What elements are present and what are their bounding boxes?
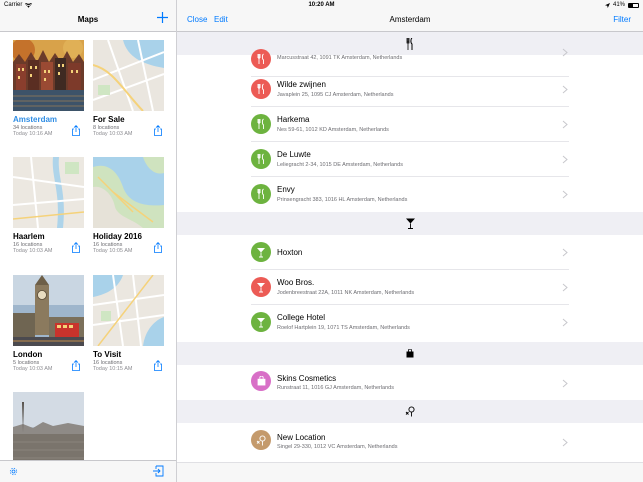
chevron-right-icon bbox=[562, 190, 568, 199]
location-arrow-icon bbox=[604, 2, 610, 8]
location-name: Hoxton bbox=[277, 248, 303, 257]
chevron-right-icon bbox=[562, 85, 568, 94]
map-card-to-visit[interactable]: To Visit 16 locations Today 10:15 AM bbox=[93, 275, 165, 372]
share-icon[interactable] bbox=[71, 125, 81, 136]
location-row[interactable]: Harkema Nes 59-61, 1012 KD Amsterdam, Ne… bbox=[177, 107, 643, 142]
location-address: Roelof Hartplein 19, 1071 TS Amsterdam, … bbox=[277, 325, 410, 331]
restaurant-icon bbox=[251, 149, 271, 169]
sidebar-title: Maps bbox=[77, 15, 99, 24]
location-name: Woo Bros. bbox=[277, 278, 315, 287]
share-icon[interactable] bbox=[153, 242, 163, 253]
section-header-bars bbox=[177, 212, 643, 235]
bar-icon bbox=[251, 312, 271, 332]
location-address: Runstraat 11, 1016 GJ Amsterdam, Netherl… bbox=[277, 385, 394, 391]
detail-toolbar bbox=[177, 462, 643, 482]
chevron-right-icon bbox=[562, 318, 568, 327]
location-address: Nes 59-61, 1012 KD Amsterdam, Netherland… bbox=[277, 127, 389, 133]
location-pin-icon bbox=[405, 406, 415, 417]
map-card-london[interactable]: London 5 locations Today 10:03 AM bbox=[13, 275, 85, 372]
chevron-right-icon bbox=[562, 48, 568, 57]
sidebar-toolbar bbox=[0, 460, 176, 482]
restaurant-icon bbox=[251, 79, 271, 99]
map-thumbnail bbox=[13, 40, 84, 111]
location-pin-icon bbox=[251, 430, 271, 450]
location-address: Marcusstraat 42, 1091 TK Amsterdam, Neth… bbox=[277, 55, 403, 61]
maps-sidebar: Maps Amsterdam 34 locations Today 10:16 … bbox=[0, 0, 177, 482]
chevron-right-icon bbox=[562, 155, 568, 164]
section-header-shopping bbox=[177, 342, 643, 365]
location-name: Skins Cosmetics bbox=[277, 374, 337, 383]
map-name: For Sale bbox=[93, 115, 125, 124]
share-icon[interactable] bbox=[71, 360, 81, 371]
battery-percent: 41% bbox=[612, 2, 625, 8]
location-address: Prinsengracht 383, 1016 HL Amsterdam, Ne… bbox=[277, 197, 408, 203]
map-name: Haarlem bbox=[13, 232, 45, 241]
location-row[interactable]: Hoxton bbox=[177, 235, 643, 270]
restaurant-icon bbox=[251, 49, 271, 69]
location-name: College Hotel bbox=[277, 313, 326, 322]
chevron-right-icon bbox=[562, 248, 568, 257]
map-thumbnail bbox=[93, 40, 164, 111]
chevron-right-icon bbox=[562, 438, 568, 447]
location-row[interactable]: De Luwte Leliegracht 2-34, 1015 DE Amste… bbox=[177, 142, 643, 177]
map-thumbnail bbox=[93, 275, 164, 346]
location-address: Javaplein 25, 1095 CJ Amsterdam, Netherl… bbox=[277, 92, 394, 98]
location-name: Envy bbox=[277, 185, 295, 194]
locations-list: Marcusstraat 42, 1091 TK Amsterdam, Neth… bbox=[177, 32, 643, 462]
location-name: Wilde zwijnen bbox=[277, 80, 326, 89]
map-name: London bbox=[13, 350, 43, 359]
plus-icon bbox=[157, 12, 168, 23]
location-row[interactable]: Skins Cosmetics Runstraat 11, 1016 GJ Am… bbox=[177, 364, 643, 399]
map-card-amsterdam[interactable]: Amsterdam 34 locations Today 10:16 AM bbox=[13, 40, 85, 137]
status-bar: Carrier 10:20 AM 41% bbox=[0, 0, 643, 10]
map-thumbnail bbox=[13, 157, 84, 228]
location-address: Jodenbreestraat 22A, 1011 NK Amsterdam, … bbox=[277, 290, 415, 296]
filter-button[interactable]: Filter bbox=[613, 15, 631, 24]
map-name: To Visit bbox=[93, 350, 122, 359]
chevron-right-icon bbox=[562, 283, 568, 292]
share-icon[interactable] bbox=[71, 242, 81, 253]
restaurant-icon bbox=[251, 184, 271, 204]
location-address: Singel 29-330, 1012 VC Amsterdam, Nether… bbox=[277, 444, 398, 450]
cocktail-glass-icon bbox=[405, 218, 415, 229]
map-name: Amsterdam bbox=[13, 115, 58, 124]
location-row[interactable]: Envy Prinsengracht 383, 1016 HL Amsterda… bbox=[177, 177, 643, 212]
share-icon[interactable] bbox=[153, 360, 163, 371]
location-name: Harkema bbox=[277, 115, 310, 124]
share-icon[interactable] bbox=[153, 125, 163, 136]
chevron-right-icon bbox=[562, 379, 568, 388]
map-thumbnail bbox=[13, 392, 84, 463]
shopping-bag-icon bbox=[406, 349, 414, 358]
location-address: Leliegracht 2-34, 1015 DE Amsterdam, Net… bbox=[277, 162, 403, 168]
map-card-haarlem[interactable]: Haarlem 16 locations Today 10:03 AM bbox=[13, 157, 85, 254]
location-row[interactable]: College Hotel Roelof Hartplein 19, 1071 … bbox=[177, 305, 643, 340]
location-row[interactable]: Woo Bros. Jodenbreestraat 22A, 1011 NK A… bbox=[177, 270, 643, 305]
detail-title: Amsterdam bbox=[389, 15, 431, 24]
map-thumbnail bbox=[13, 275, 84, 346]
bar-icon bbox=[251, 242, 271, 262]
map-detail: Close Edit Amsterdam Filter Marcusstraat… bbox=[177, 0, 643, 482]
restaurant-icon bbox=[251, 114, 271, 134]
battery-icon bbox=[628, 2, 639, 8]
bar-icon bbox=[251, 277, 271, 297]
location-row[interactable]: New Location Singel 29-330, 1012 VC Amst… bbox=[177, 423, 643, 458]
map-thumbnail bbox=[93, 157, 164, 228]
location-row[interactable]: Wilde zwijnen Javaplein 25, 1095 CJ Amst… bbox=[177, 72, 643, 107]
location-name: De Luwte bbox=[277, 150, 311, 159]
chevron-right-icon bbox=[562, 120, 568, 129]
shopping-bag-icon bbox=[251, 371, 271, 391]
location-name: New Location bbox=[277, 433, 326, 442]
map-card-city-photo[interactable] bbox=[13, 392, 85, 463]
status-time: 10:20 AM bbox=[308, 2, 335, 8]
map-card-for-sale[interactable]: For Sale 8 locations Today 10:03 AM bbox=[93, 40, 165, 137]
import-icon[interactable] bbox=[153, 465, 164, 477]
section-header-other bbox=[177, 400, 643, 423]
gear-icon[interactable] bbox=[9, 467, 18, 476]
map-name: Holiday 2016 bbox=[93, 232, 142, 241]
map-card-holiday-2016[interactable]: Holiday 2016 16 locations Today 10:05 AM bbox=[93, 157, 165, 254]
add-map-button[interactable] bbox=[157, 11, 168, 25]
